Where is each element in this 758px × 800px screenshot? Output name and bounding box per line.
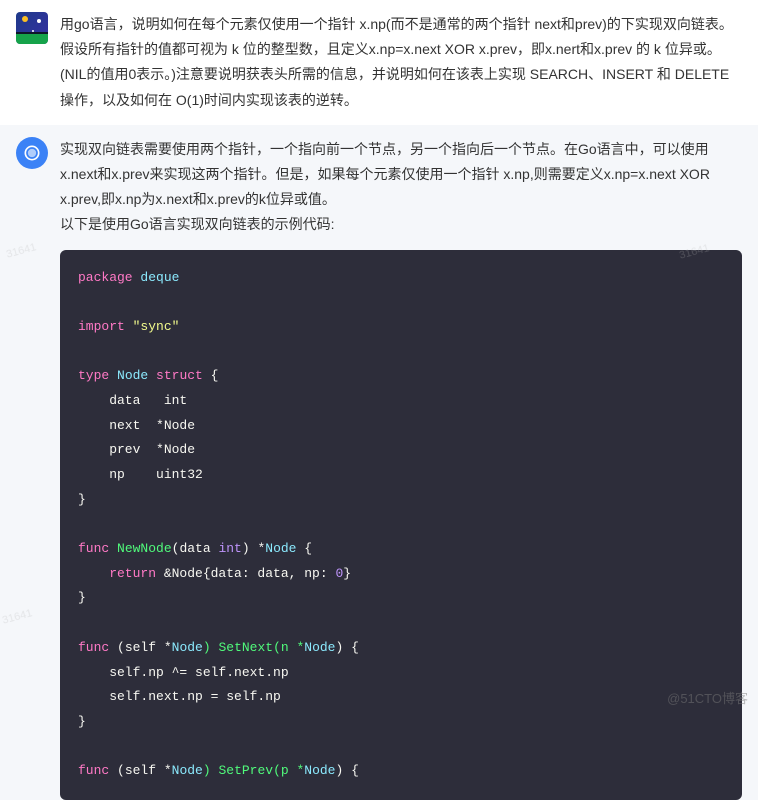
code-line-15: } [78, 710, 724, 735]
assistant-avatar [16, 137, 48, 169]
assistant-content: 实现双向链表需要使用两个指针，一个指向前一个节点，另一个指向后一个节点。在Go语… [60, 137, 742, 800]
blank [78, 735, 724, 760]
code-block: package deque import "sync" type Node st… [60, 250, 742, 800]
user-text: 用go语言，说明如何在每个元素仅使用一个指针 x.np(而不是通常的两个指针 n… [60, 12, 742, 113]
code-line-14: self.next.np = self.np [78, 685, 724, 710]
code-line-3: type Node struct { [78, 364, 724, 389]
blank [78, 512, 724, 537]
blank [78, 340, 724, 365]
blank [78, 611, 724, 636]
user-content: 用go语言，说明如何在每个元素仅使用一个指针 x.np(而不是通常的两个指针 n… [60, 12, 742, 113]
code-line-10: return &Node{data: data, np: 0} [78, 562, 724, 587]
user-message: 用go语言，说明如何在每个元素仅使用一个指针 x.np(而不是通常的两个指针 n… [0, 0, 758, 125]
code-line-6: prev *Node [78, 438, 724, 463]
code-line-5: next *Node [78, 414, 724, 439]
code-line-16: func (self *Node) SetPrev(p *Node) { [78, 759, 724, 784]
user-avatar [16, 12, 48, 44]
code-line-9: func NewNode(data int) *Node { [78, 537, 724, 562]
blank [78, 290, 724, 315]
assistant-intro2: 以下是使用Go语言实现双向链表的示例代码: [60, 212, 742, 237]
code-line-1: package deque [78, 266, 724, 291]
assistant-icon [22, 143, 42, 163]
code-line-8: } [78, 488, 724, 513]
code-line-11: } [78, 586, 724, 611]
code-line-12: func (self *Node) SetNext(n *Node) { [78, 636, 724, 661]
code-line-13: self.np ^= self.next.np [78, 661, 724, 686]
code-line-7: np uint32 [78, 463, 724, 488]
code-line-2: import "sync" [78, 315, 724, 340]
code-line-4: data int [78, 389, 724, 414]
assistant-message: 实现双向链表需要使用两个指针，一个指向前一个节点，另一个指向后一个节点。在Go语… [0, 125, 758, 800]
assistant-intro: 实现双向链表需要使用两个指针，一个指向前一个节点，另一个指向后一个节点。在Go语… [60, 137, 742, 213]
